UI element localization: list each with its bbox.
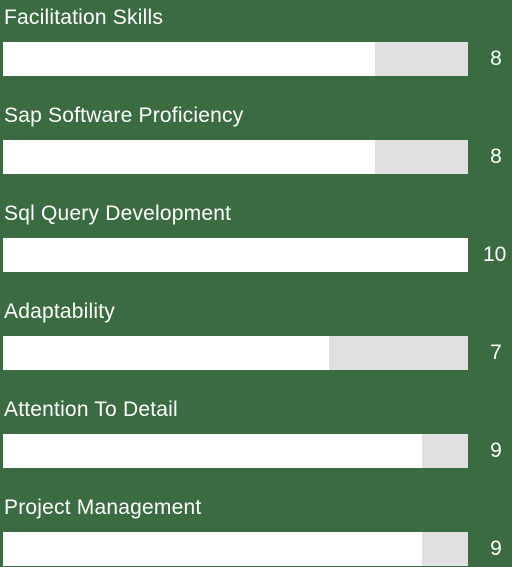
skill-value: 8: [490, 145, 502, 168]
skill-item-attention-to-detail: Attention To Detail 9: [0, 392, 512, 490]
skill-value: 7: [490, 341, 502, 364]
skill-label: Attention To Detail: [4, 398, 178, 421]
skill-item-adaptability: Adaptability 7: [0, 294, 512, 392]
skill-bar-track: [3, 238, 468, 272]
skill-bar-fill: [3, 238, 468, 272]
skill-bar-track: [3, 336, 468, 370]
skill-bar-fill: [3, 532, 422, 566]
skill-item-project-management: Project Management 9: [0, 490, 512, 567]
skill-value: 10: [483, 243, 507, 266]
skills-list: Facilitation Skills 8 Sap Software Profi…: [0, 0, 512, 567]
skill-label: Project Management: [4, 496, 202, 519]
skill-bar-fill: [3, 336, 329, 370]
skill-bar-track: [3, 434, 468, 468]
skill-label: Sql Query Development: [4, 202, 232, 225]
skill-item-sap-software-proficiency: Sap Software Proficiency 8: [0, 98, 512, 196]
skill-label: Adaptability: [4, 300, 115, 323]
skill-value: 9: [490, 439, 502, 462]
skill-bar-fill: [3, 434, 422, 468]
skill-bar-fill: [3, 42, 375, 76]
skill-value: 9: [490, 537, 502, 560]
skill-value: 8: [490, 47, 502, 70]
skill-bar-track: [3, 42, 468, 76]
skill-label: Sap Software Proficiency: [4, 104, 244, 127]
skill-item-sql-query-development: Sql Query Development 10: [0, 196, 512, 294]
skill-bar-fill: [3, 140, 375, 174]
skill-bar-track: [3, 532, 468, 566]
skill-label: Facilitation Skills: [4, 6, 164, 29]
skill-item-facilitation-skills: Facilitation Skills 8: [0, 0, 512, 98]
skill-bar-track: [3, 140, 468, 174]
